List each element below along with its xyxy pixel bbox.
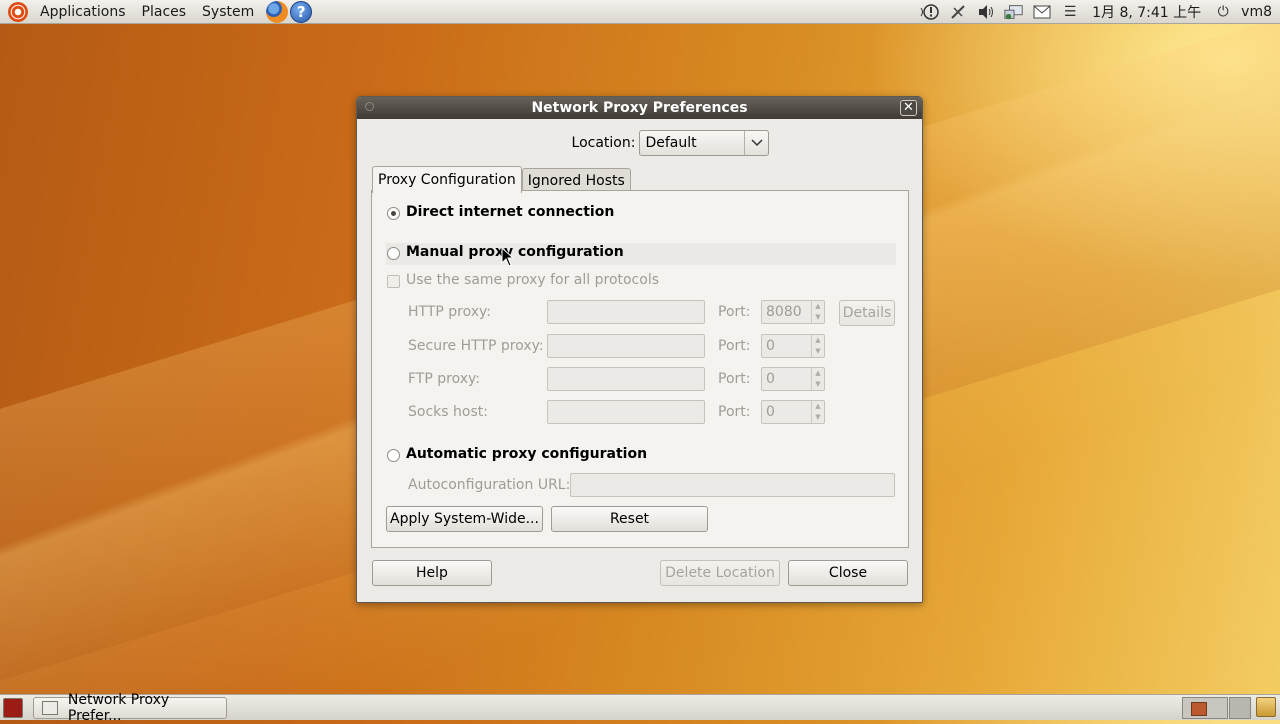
delete-location-button[interactable]: Delete Location <box>660 560 780 586</box>
ftp-port-value: 0 <box>766 371 775 387</box>
system-tray: ☰ 1月 8, 7:41 上午 ⏻ vm8 <box>920 0 1280 24</box>
spin-arrows-icon[interactable]: ▲ ▼ <box>811 335 824 357</box>
tab-ignored-hosts[interactable]: Ignored Hosts <box>521 168 631 192</box>
socks-host-input[interactable] <box>547 400 705 424</box>
menu-applications[interactable]: Applications <box>32 4 134 20</box>
workspace-2[interactable] <box>1229 697 1251 719</box>
close-button[interactable]: Close <box>788 560 908 586</box>
socks-port-label: Port: <box>718 404 751 420</box>
volume-icon[interactable] <box>976 3 996 21</box>
network-proxy-dialog: Network Proxy Preferences ✕ Location: De… <box>356 96 923 603</box>
proxy-configuration-panel: Direct internet connection Manual proxy … <box>371 190 909 548</box>
alert-icon[interactable] <box>920 3 940 21</box>
window-icon <box>42 700 58 715</box>
spin-arrows-icon[interactable]: ▲ ▼ <box>811 301 824 323</box>
secure-http-port-label: Port: <box>718 338 751 354</box>
location-value: Default <box>645 135 697 151</box>
ftp-proxy-label: FTP proxy: <box>408 371 480 387</box>
direct-connection-radio[interactable] <box>387 207 400 220</box>
socks-host-label: Socks host: <box>408 404 488 420</box>
reset-button[interactable]: Reset <box>551 506 708 532</box>
spin-arrows-icon[interactable]: ▲ ▼ <box>811 368 824 390</box>
tab-proxy-configuration[interactable]: Proxy Configuration <box>372 166 522 193</box>
firefox-icon[interactable] <box>266 0 289 23</box>
automatic-proxy-radio[interactable] <box>387 449 400 462</box>
dialog-title: Network Proxy Preferences <box>531 100 748 116</box>
details-button[interactable]: Details <box>839 300 895 326</box>
window-menu-icon[interactable] <box>365 102 374 111</box>
mouse-cursor-icon <box>501 247 515 267</box>
mail-icon[interactable] <box>1032 3 1052 21</box>
apply-system-wide-button[interactable]: Apply System-Wide... <box>386 506 543 532</box>
taskbar-item-network-proxy[interactable]: Network Proxy Prefer... <box>33 692 227 724</box>
location-combo[interactable]: Default <box>639 130 770 156</box>
http-port-stepper[interactable]: 8080 ▲ ▼ <box>761 300 825 324</box>
top-panel: Applications Places System ? ☰ 1月 8, 7:4… <box>0 0 1280 24</box>
location-label: Location: <box>571 135 636 151</box>
help-button[interactable]: Help <box>372 560 492 586</box>
ubuntu-logo-icon[interactable] <box>8 1 28 22</box>
same-proxy-label: Use the same proxy for all protocols <box>406 272 660 288</box>
http-proxy-input[interactable] <box>547 300 705 324</box>
help-icon[interactable]: ? <box>290 0 313 23</box>
http-port-value: 8080 <box>766 304 802 320</box>
tab-strip: Proxy Configuration Ignored Hosts <box>372 165 631 193</box>
show-desktop-icon[interactable] <box>3 697 23 718</box>
window-close-icon[interactable]: ✕ <box>900 100 917 116</box>
spin-arrows-icon[interactable]: ▲ ▼ <box>811 401 824 423</box>
menu-places[interactable]: Places <box>134 4 195 20</box>
clock[interactable]: 1月 8, 7:41 上午 <box>1088 2 1205 22</box>
http-proxy-label: HTTP proxy: <box>408 304 492 320</box>
manual-proxy-radio[interactable] <box>387 247 400 260</box>
location-row: Location: Default <box>357 130 924 156</box>
secure-http-proxy-input[interactable] <box>547 334 705 358</box>
power-icon[interactable]: ⏻ <box>1213 3 1233 21</box>
network-icon[interactable] <box>1004 3 1024 21</box>
ftp-port-label: Port: <box>718 371 751 387</box>
chevron-down-icon <box>744 131 768 155</box>
autoconfig-url-input[interactable] <box>570 473 895 497</box>
network-disconnected-icon[interactable] <box>948 3 968 21</box>
dialog-titlebar[interactable]: Network Proxy Preferences ✕ <box>357 97 922 119</box>
secure-http-proxy-label: Secure HTTP proxy: <box>408 338 544 354</box>
ftp-port-stepper[interactable]: 0 ▲ ▼ <box>761 367 825 391</box>
direct-connection-label[interactable]: Direct internet connection <box>406 204 614 220</box>
secure-http-port-stepper[interactable]: 0 ▲ ▼ <box>761 334 825 358</box>
workspace-1[interactable] <box>1182 697 1228 719</box>
bottom-panel: Network Proxy Prefer... <box>0 692 1280 724</box>
http-port-label: Port: <box>718 304 751 320</box>
same-proxy-checkbox[interactable] <box>387 275 400 288</box>
ftp-proxy-input[interactable] <box>547 367 705 391</box>
user-name[interactable]: vm8 <box>1241 4 1272 20</box>
automatic-proxy-label[interactable]: Automatic proxy configuration <box>406 446 647 462</box>
socks-port-stepper[interactable]: 0 ▲ ▼ <box>761 400 825 424</box>
secure-http-port-value: 0 <box>766 338 775 354</box>
autoconfig-url-label: Autoconfiguration URL: <box>408 477 571 493</box>
socks-port-value: 0 <box>766 404 775 420</box>
trash-icon[interactable] <box>1256 697 1276 717</box>
taskbar-item-label: Network Proxy Prefer... <box>67 691 170 724</box>
menu-system[interactable]: System <box>194 4 262 20</box>
indicator-menu-icon[interactable]: ☰ <box>1060 3 1080 21</box>
